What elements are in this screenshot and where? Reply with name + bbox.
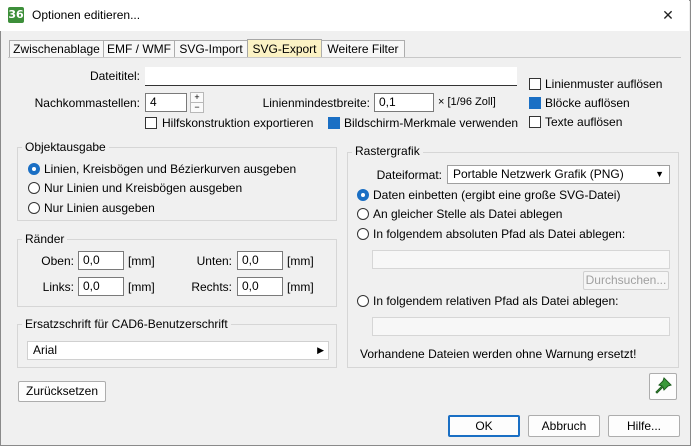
links-input[interactable]: 0,0 <box>78 277 124 296</box>
bildschirm-label[interactable]: Bildschirm-Merkmale verwenden <box>344 116 518 130</box>
links-unit: [mm] <box>128 280 155 294</box>
pin-icon <box>655 377 672 394</box>
bloecke-label[interactable]: Blöcke auflösen <box>545 96 630 110</box>
rechts-unit: [mm] <box>287 280 314 294</box>
ersatz-title: Ersatzschrift für CAD6-Benutzerschrift <box>22 317 231 331</box>
objekt-option-2[interactable]: Nur Linien und Kreisbögen ausgeben <box>44 181 242 195</box>
hilfs-checkbox[interactable] <box>145 117 157 129</box>
dateiformat-select[interactable]: Portable Netzwerk Grafik (PNG) ▼ <box>447 165 670 184</box>
raster-radio-3[interactable] <box>357 228 369 240</box>
reset-button[interactable]: Zurücksetzen <box>18 381 106 402</box>
overwrite-warning: Vorhandene Dateien werden ohne Warnung e… <box>360 347 637 361</box>
pin-button[interactable] <box>649 373 677 400</box>
oben-label: Oben: <box>41 254 74 268</box>
cancel-button[interactable]: Abbruch <box>528 415 600 437</box>
rechts-input[interactable]: 0,0 <box>237 277 283 296</box>
linienmin-unit: × [1/96 Zoll] <box>438 96 496 108</box>
spin-down-icon[interactable]: − <box>190 102 204 113</box>
nachkomma-label: Nachkommastellen: <box>34 96 140 110</box>
oben-unit: [mm] <box>128 254 155 268</box>
nachkomma-input[interactable]: 4 <box>145 93 187 112</box>
app-icon: 36 <box>8 7 24 23</box>
objekt-option-3[interactable]: Nur Linien ausgeben <box>44 201 155 215</box>
raender-title: Ränder <box>22 232 68 246</box>
dateititel-input[interactable] <box>145 67 517 86</box>
browse-button[interactable]: Durchsuchen... <box>583 271 669 290</box>
tab-svg-import[interactable]: SVG-Import <box>174 40 248 57</box>
oben-input[interactable]: 0,0 <box>78 251 124 270</box>
dateiformat-label: Dateiformat: <box>376 168 442 182</box>
window-title: Optionen editieren... <box>32 8 141 22</box>
raster-option-3[interactable]: In folgendem absoluten Pfad als Datei ab… <box>373 227 625 241</box>
raster-radio-2[interactable] <box>357 208 369 220</box>
dateiformat-value: Portable Netzwerk Grafik (PNG) <box>453 167 624 181</box>
ersatz-font-value: Arial <box>33 343 58 357</box>
links-label: Links: <box>42 280 74 294</box>
ersatz-font-select[interactable]: Arial ▶ <box>27 341 329 360</box>
dateititel-label: Dateititel: <box>89 69 140 83</box>
relative-path-input[interactable] <box>372 317 670 336</box>
bloecke-checkbox[interactable] <box>529 97 541 109</box>
tab-emf-wmf[interactable]: EMF / WMF <box>103 40 175 57</box>
objekt-radio-3[interactable] <box>28 202 40 214</box>
unten-label: Unten: <box>196 254 232 268</box>
linienmuster-label[interactable]: Linienmuster auflösen <box>545 77 662 91</box>
unten-input[interactable]: 0,0 <box>237 251 283 270</box>
rechts-label: Rechts: <box>191 280 232 294</box>
hilfs-label[interactable]: Hilfskonstruktion exportieren <box>162 116 313 130</box>
linienmin-input[interactable]: 0,1 <box>374 93 434 112</box>
chevron-right-icon: ▶ <box>317 345 324 355</box>
objektausgabe-title: Objektausgabe <box>22 140 109 154</box>
chevron-down-icon: ▼ <box>655 169 664 179</box>
help-button[interactable]: Hilfe... <box>608 415 680 437</box>
objekt-option-1[interactable]: Linien, Kreisbögen und Bézierkurven ausg… <box>44 162 296 176</box>
ok-button[interactable]: OK <box>448 415 520 437</box>
objekt-radio-1[interactable] <box>28 163 40 175</box>
texte-label[interactable]: Texte auflösen <box>545 115 622 129</box>
raster-option-4[interactable]: In folgendem relativen Pfad als Datei ab… <box>373 294 619 308</box>
rastergrafik-title: Rastergrafik <box>352 144 423 158</box>
objekt-radio-2[interactable] <box>28 182 40 194</box>
bildschirm-checkbox[interactable] <box>328 117 340 129</box>
raster-option-2[interactable]: An gleicher Stelle als Datei ablegen <box>373 207 562 221</box>
raster-radio-4[interactable] <box>357 295 369 307</box>
tab-zwischenablage[interactable]: Zwischenablage <box>9 40 104 57</box>
unten-unit: [mm] <box>287 254 314 268</box>
raender-group <box>17 239 337 307</box>
tab-svg-export[interactable]: SVG-Export <box>247 39 322 58</box>
linienmuster-checkbox[interactable] <box>529 78 541 90</box>
linienmin-label: Linienmindestbreite: <box>262 96 370 110</box>
close-icon[interactable]: ✕ <box>656 5 680 25</box>
title-bar: 36 Optionen editieren... ✕ <box>0 0 689 31</box>
absolute-path-input[interactable] <box>372 250 670 269</box>
texte-checkbox[interactable] <box>529 116 541 128</box>
raster-option-1[interactable]: Daten einbetten (ergibt eine große SVG-D… <box>373 188 620 202</box>
raster-radio-1[interactable] <box>357 189 369 201</box>
tab-weitere-filter[interactable]: Weitere Filter <box>321 40 405 57</box>
tab-strip-divider <box>8 57 681 58</box>
